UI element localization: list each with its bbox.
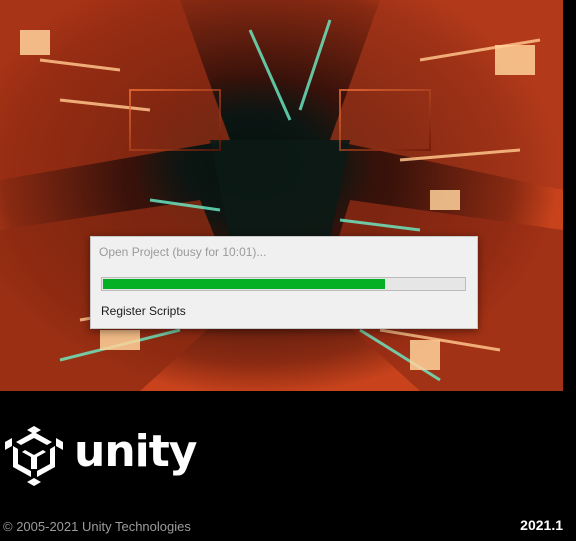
dialog-title: Open Project (busy for 10:01)...: [99, 245, 267, 259]
version-label: 2021.1: [520, 517, 563, 533]
splash-artwork: [0, 0, 563, 391]
neon-corridor-image: [0, 0, 563, 391]
progress-status-text: Register Scripts: [101, 304, 186, 318]
progress-bar-fill: [103, 279, 385, 289]
unity-splash-window: Open Project (busy for 10:01)... Registe…: [0, 0, 576, 541]
progress-bar: [101, 277, 466, 291]
unity-wordmark: unity: [74, 426, 197, 477]
unity-logo: unity: [3, 426, 197, 486]
progress-dialog: Open Project (busy for 10:01)... Registe…: [90, 236, 478, 329]
unity-cube-icon: [3, 426, 65, 486]
copyright-text: © 2005-2021 Unity Technologies: [3, 519, 191, 534]
